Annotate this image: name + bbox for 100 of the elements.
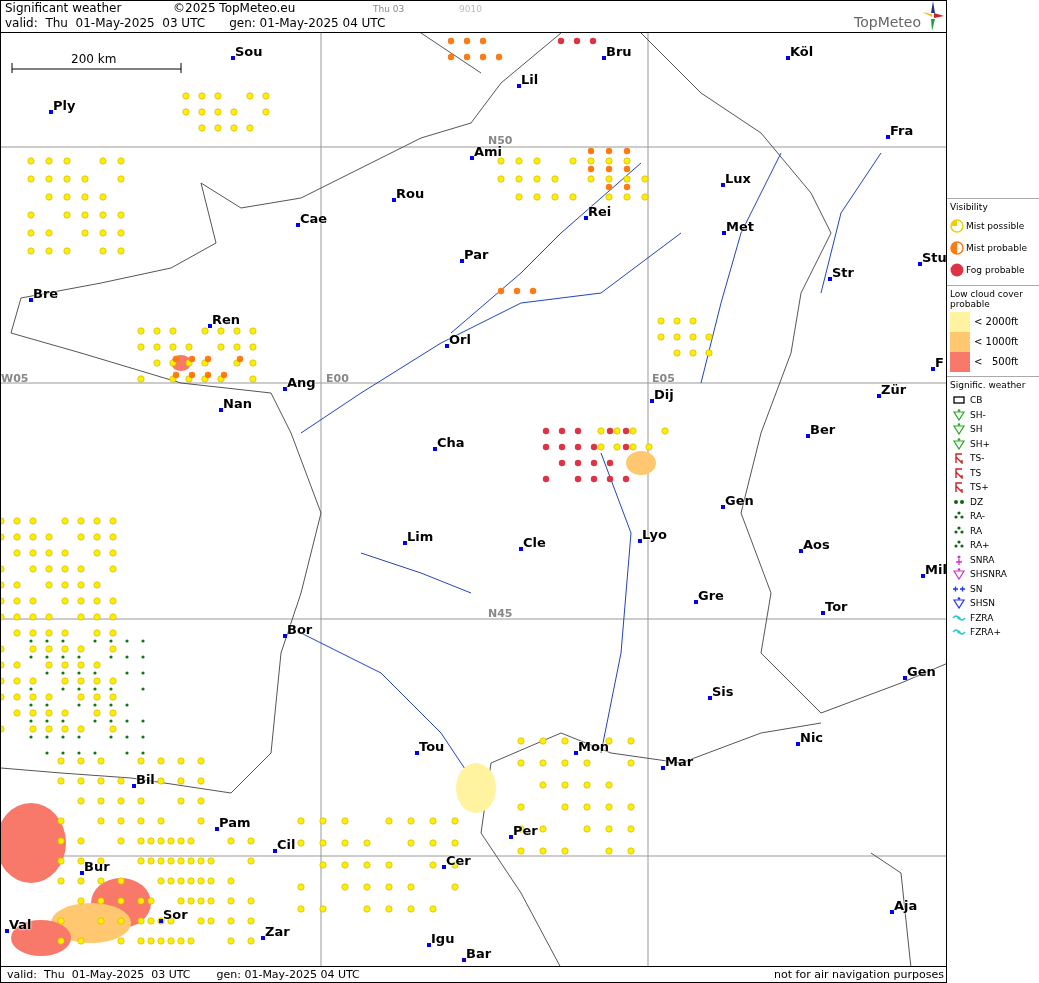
city-label: Str <box>832 264 854 280</box>
city-marker-icon <box>80 870 84 875</box>
city-marker-icon <box>283 633 287 638</box>
city-marker-icon <box>159 918 163 923</box>
city-label: Nic <box>800 729 824 745</box>
city-marker-icon <box>219 407 223 412</box>
city-marker-icon <box>890 909 894 914</box>
city-marker-icon <box>415 750 419 755</box>
city-marker-icon <box>132 783 136 788</box>
legend-label: FZRA <box>970 612 994 623</box>
city-label: Bar <box>466 945 492 961</box>
city-marker-icon <box>49 109 53 114</box>
city-marker-icon <box>574 750 578 755</box>
legend-label: SNRA <box>970 554 995 565</box>
city-marker-icon <box>392 197 396 202</box>
logo-text: TopMeteo <box>854 14 921 31</box>
legend-label: CB <box>970 395 983 406</box>
city-marker-icon <box>208 323 212 328</box>
legend-heading: Visibility <box>950 202 989 212</box>
valid-time: valid: Thu 01-May-2025 03 UTC <box>7 968 191 981</box>
city-marker-icon <box>460 258 464 263</box>
legend-label: RA <box>970 525 983 536</box>
code-label: 9010 <box>459 4 482 14</box>
city-marker-icon <box>722 230 726 235</box>
city-label: Gre <box>698 587 724 603</box>
city-label: Nan <box>223 395 252 411</box>
city-label: Lim <box>407 528 434 544</box>
legend-label: Fog probable <box>966 265 1025 275</box>
city-label: Zar <box>265 923 290 939</box>
legend-label: Mist probable <box>966 243 1028 253</box>
city-label: Cil <box>277 836 296 852</box>
city-label: Ang <box>287 374 316 390</box>
city-marker-icon <box>231 55 235 60</box>
city-marker-icon <box>921 573 925 578</box>
city-marker-icon <box>886 134 890 139</box>
city-label: Zür <box>881 381 907 397</box>
compass-logo-icon <box>922 1 944 31</box>
legend-label: RA+ <box>970 540 990 551</box>
city-label: Gen <box>725 492 754 508</box>
city-marker-icon <box>462 957 466 962</box>
city-label: Sor <box>163 906 188 922</box>
city-label: Rou <box>396 185 425 201</box>
copyright-text: ©2025 TopMeteo.eu <box>173 1 297 15</box>
city-marker-icon <box>296 222 300 227</box>
city-label: Lil <box>521 71 539 87</box>
city-label: Bur <box>84 858 110 874</box>
city-label: Tor <box>825 598 848 614</box>
city-label: Mil <box>925 561 946 577</box>
run-label: Thu 03 <box>373 4 406 14</box>
city-marker-icon <box>799 548 803 553</box>
city-label: Bru <box>606 43 632 59</box>
city-label: Stu <box>922 249 946 265</box>
city-marker-icon <box>470 155 474 160</box>
city-marker-icon <box>661 765 665 770</box>
city-marker-icon <box>403 540 407 545</box>
city-label: Gen <box>907 663 936 679</box>
city-marker-icon <box>602 55 606 60</box>
city-marker-icon <box>821 610 825 615</box>
city-marker-icon <box>5 928 9 933</box>
city-marker-icon <box>445 343 449 348</box>
city-label: Sis <box>712 683 734 699</box>
city-marker-icon <box>273 848 277 853</box>
city-label: Ren <box>212 311 241 327</box>
city-marker-icon <box>517 83 521 88</box>
city-marker-icon <box>433 446 437 451</box>
city-label: Ply <box>53 97 76 113</box>
city-label: Aja <box>894 897 918 913</box>
grid-label: E00 <box>326 371 349 385</box>
city-marker-icon <box>584 215 588 220</box>
city-label: Lyo <box>642 526 667 542</box>
legend-label: Mist possible <box>966 221 1025 231</box>
city-label: Cle <box>523 534 546 550</box>
city-marker-icon <box>828 276 832 281</box>
city-label: Rei <box>588 203 612 219</box>
legend-label: TS+ <box>970 482 989 493</box>
legend-label: TS <box>970 467 982 478</box>
city-label: Bor <box>287 621 313 637</box>
city-label: Cer <box>446 852 471 868</box>
city-label: Dij <box>654 386 674 402</box>
city-marker-icon <box>694 599 698 604</box>
city-marker-icon <box>509 834 513 839</box>
city-marker-icon <box>708 695 712 700</box>
legend-label: FZRA+ <box>970 627 1001 638</box>
valid-time: valid: Thu 01-May-2025 03 UTC <box>5 16 206 30</box>
legend-label: SHSNRA <box>970 569 1007 580</box>
legend-label: SN <box>970 583 983 594</box>
generated-time: gen: 01-May-2025 04 UTC <box>216 968 360 981</box>
legend-label: < 2000ft <box>974 315 1019 329</box>
city-label: Bre <box>33 285 59 301</box>
city-marker-icon <box>721 182 725 187</box>
city-marker-icon <box>215 826 219 831</box>
city-label: Tou <box>419 738 445 754</box>
city-marker-icon <box>283 386 287 391</box>
city-marker-icon <box>442 864 446 869</box>
city-label: Ber <box>810 421 836 437</box>
city-marker-icon <box>918 261 922 266</box>
city-label: Pam <box>219 814 251 830</box>
city-marker-icon <box>638 538 642 543</box>
legend-label: TS- <box>970 453 985 464</box>
city-label: Köl <box>790 43 814 59</box>
